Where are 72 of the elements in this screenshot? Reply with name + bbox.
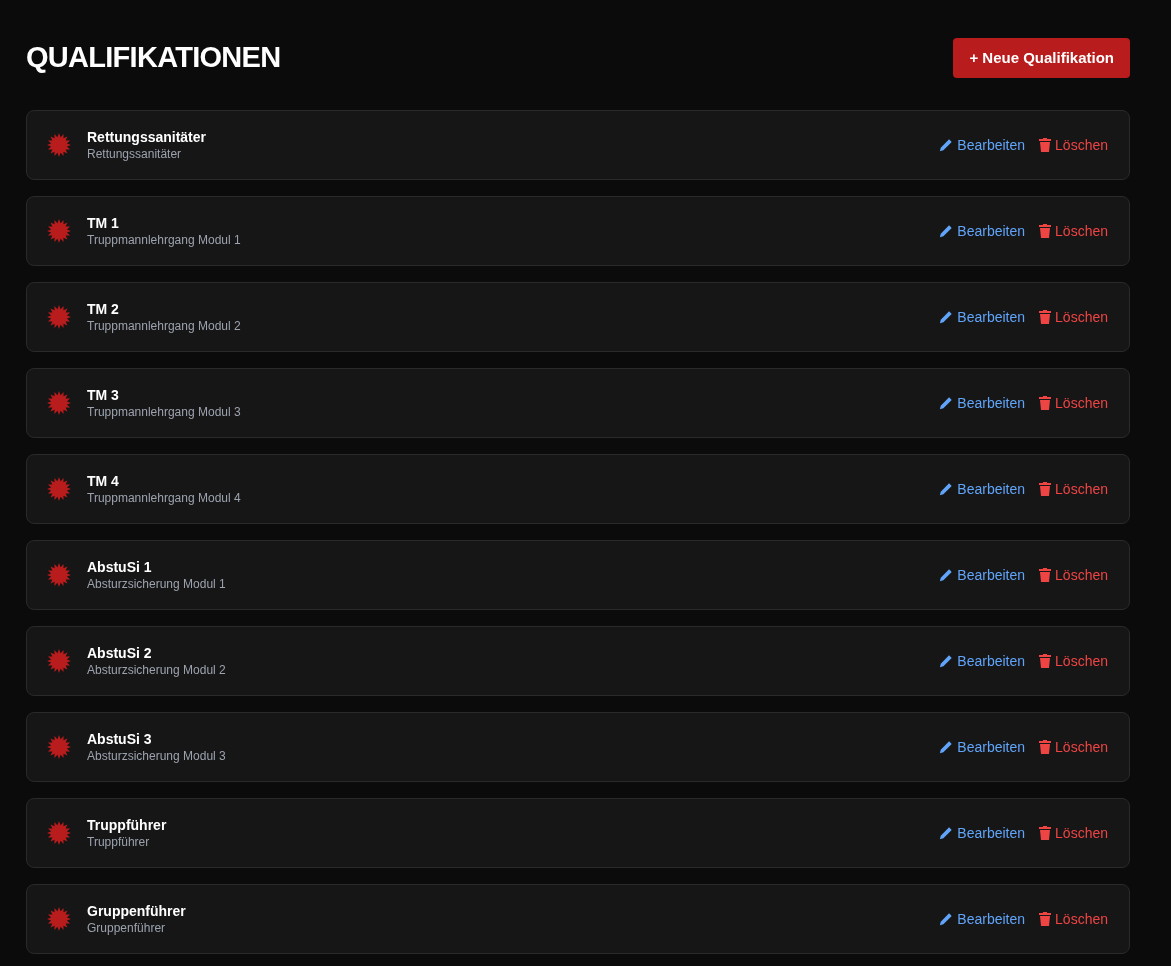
trash-icon [1039,826,1052,840]
edit-button[interactable]: Bearbeiten [939,478,1026,500]
qualification-name: Truppführer [87,816,168,834]
badge-icon [47,821,71,845]
pencil-icon [939,224,954,238]
badge-icon [47,305,71,329]
delete-button[interactable]: Löschen [1039,134,1108,156]
pencil-icon [939,826,954,840]
badge-icon [47,391,71,415]
qualification-description: Absturzsicherung Modul 1 [87,576,227,592]
qualification-name: Gruppenführer [87,902,187,920]
trash-icon [1039,912,1052,926]
delete-button[interactable]: Löschen [1039,650,1108,672]
delete-button[interactable]: Löschen [1039,478,1108,500]
delete-button[interactable]: Löschen [1039,306,1108,328]
qualification-description: Rettungssanitäter [87,146,183,162]
trash-icon [1039,138,1052,152]
pencil-icon [939,568,954,582]
trash-icon [1039,310,1052,324]
badge-icon [47,649,71,673]
qualification-description: Absturzsicherung Modul 3 [87,748,227,764]
delete-button[interactable]: Löschen [1039,822,1108,844]
trash-icon [1039,654,1052,668]
pencil-icon [939,396,954,410]
qualification-name: TM 1 [87,214,120,232]
qualification-name: AbstuSi 1 [87,558,153,576]
badge-icon [47,907,71,931]
qualification-description: Truppmannlehrgang Modul 3 [87,404,242,420]
badge-icon [47,133,71,157]
trash-icon [1039,568,1052,582]
badge-icon [47,219,71,243]
page-title: QUALIFIKATIONEN [26,40,281,76]
edit-button[interactable]: Bearbeiten [939,650,1026,672]
qualification-name: TM 2 [87,300,120,318]
edit-button[interactable]: Bearbeiten [939,134,1026,156]
qualification-name: Rettungssanitäter [87,128,208,146]
qualification-name: AbstuSi 3 [87,730,153,748]
pencil-icon [939,654,954,668]
delete-button[interactable]: Löschen [1039,908,1108,930]
qualification-description: Absturzsicherung Modul 2 [87,662,227,678]
edit-button[interactable]: Bearbeiten [939,220,1026,242]
trash-icon [1039,482,1052,496]
edit-button[interactable]: Bearbeiten [939,822,1026,844]
edit-button[interactable]: Bearbeiten [939,392,1026,414]
pencil-icon [939,482,954,496]
edit-button[interactable]: Bearbeiten [939,736,1026,758]
qualification-description: Gruppenführer [87,920,167,936]
qualification-description: Truppführer [87,834,151,850]
trash-icon [1039,396,1052,410]
delete-button[interactable]: Löschen [1039,736,1108,758]
trash-icon [1039,740,1052,754]
new-qualification-button[interactable]: + Neue Qualifikation [953,38,1130,78]
pencil-icon [939,912,954,926]
delete-button[interactable]: Löschen [1039,564,1108,586]
pencil-icon [939,740,954,754]
qualification-description: Truppmannlehrgang Modul 1 [87,232,242,248]
badge-icon [47,563,71,587]
trash-icon [1039,224,1052,238]
qualification-name: TM 4 [87,472,120,490]
badge-icon [47,735,71,759]
badge-icon [47,477,71,501]
delete-button[interactable]: Löschen [1039,392,1108,414]
delete-button[interactable]: Löschen [1039,220,1108,242]
pencil-icon [939,138,954,152]
edit-button[interactable]: Bearbeiten [939,908,1026,930]
qualification-name: AbstuSi 2 [87,644,153,662]
pencil-icon [939,310,954,324]
qualification-description: Truppmannlehrgang Modul 2 [87,318,242,334]
edit-button[interactable]: Bearbeiten [939,306,1026,328]
qualification-name: TM 3 [87,386,120,404]
qualification-description: Truppmannlehrgang Modul 4 [87,490,242,506]
edit-button[interactable]: Bearbeiten [939,564,1026,586]
